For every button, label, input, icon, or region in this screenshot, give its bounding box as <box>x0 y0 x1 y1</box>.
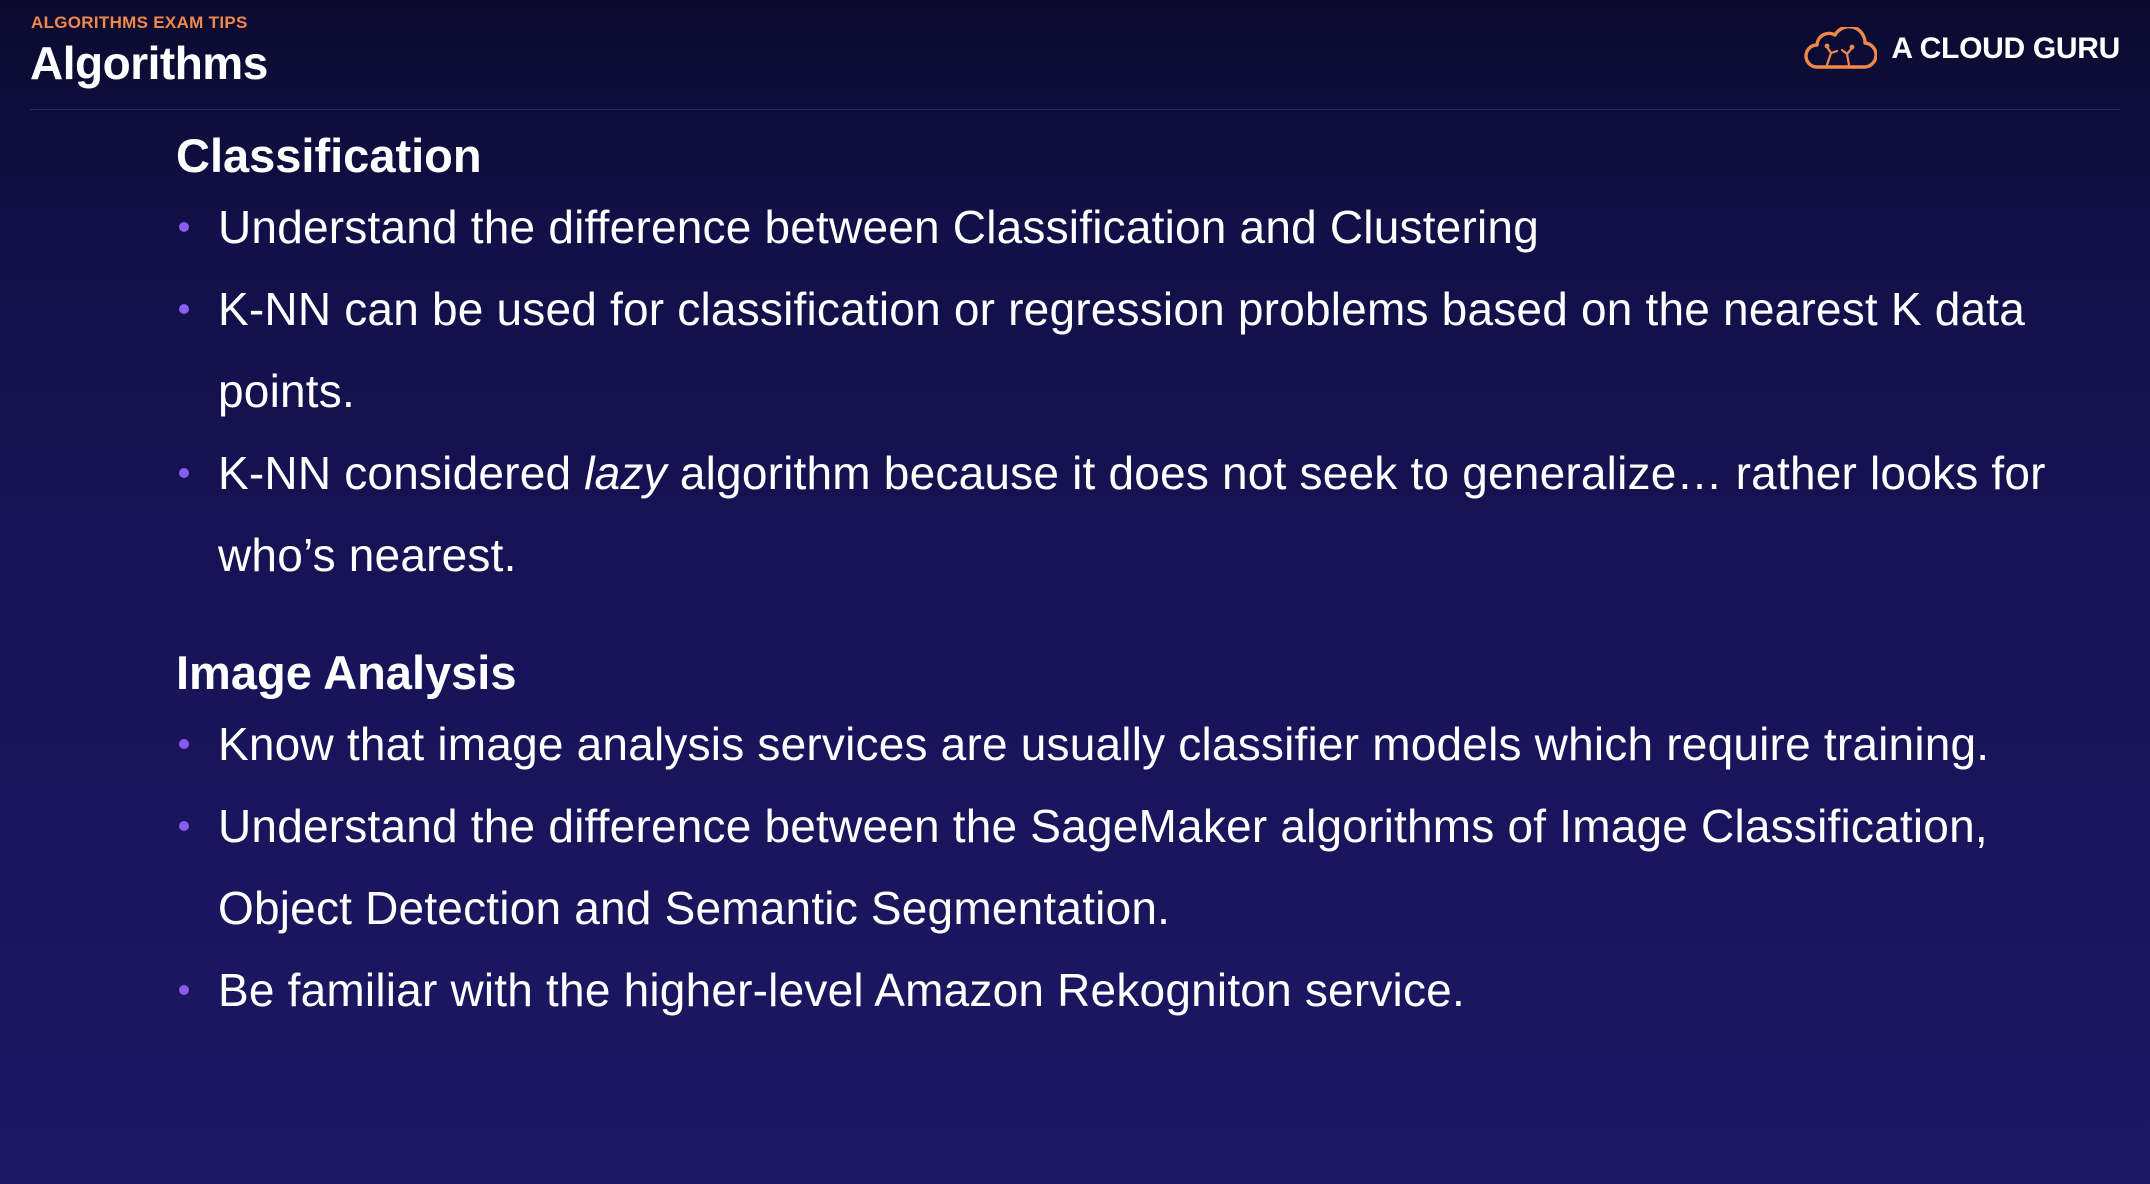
bullet-text: Understand the difference between the Sa… <box>218 800 1988 934</box>
bullet-text: Be familiar with the higher-level Amazon… <box>218 964 1465 1016</box>
section-image-analysis: Image Analysis Know that image analysis … <box>176 643 2076 1031</box>
bullet-item: K-NN considered lazy algorithm because i… <box>176 432 2076 596</box>
bullet-item: K-NN can be used for classification or r… <box>176 268 2076 432</box>
header-divider <box>30 109 2120 110</box>
bullet-text: Understand the difference between Classi… <box>218 201 1539 253</box>
section-heading: Image Analysis <box>176 646 517 699</box>
bullet-text-before: K-NN considered <box>218 447 585 499</box>
bullet-item: Be familiar with the higher-level Amazon… <box>176 949 2076 1031</box>
bullet-text: Know that image analysis services are us… <box>218 718 1990 770</box>
bullet-text: K-NN can be used for classification or r… <box>218 283 2026 417</box>
slide-title: Algorithms <box>30 37 268 89</box>
bullet-item: Know that image analysis services are us… <box>176 703 2076 785</box>
bullet-dot-icon <box>179 304 189 314</box>
slide-header: ALGORITHMS EXAM TIPS Algorithms A CLOUD … <box>0 0 2150 110</box>
bullet-dot-icon <box>179 222 189 232</box>
bullet-item: Understand the difference between the Sa… <box>176 785 2076 949</box>
slide-content: Classification Understand the difference… <box>176 126 2076 1031</box>
brand-logo: A CLOUD GURU <box>1803 24 2120 74</box>
bullet-text-italic: lazy <box>584 447 667 499</box>
bullet-dot-icon <box>179 821 189 831</box>
bullet-dot-icon <box>179 468 189 478</box>
bullet-list: Know that image analysis services are us… <box>176 703 2076 1031</box>
bullet-list: Understand the difference between Classi… <box>176 186 2076 596</box>
brand-name: A CLOUD GURU <box>1891 32 2120 65</box>
cloud-logo-icon <box>1804 27 1878 69</box>
section-classification: Classification Understand the difference… <box>176 126 2076 596</box>
bullet-item: Understand the difference between Classi… <box>176 186 2076 268</box>
section-heading: Classification <box>176 129 482 182</box>
bullet-dot-icon <box>179 985 189 995</box>
bullet-dot-icon <box>179 739 189 749</box>
slide-eyebrow: ALGORITHMS EXAM TIPS <box>31 13 248 32</box>
